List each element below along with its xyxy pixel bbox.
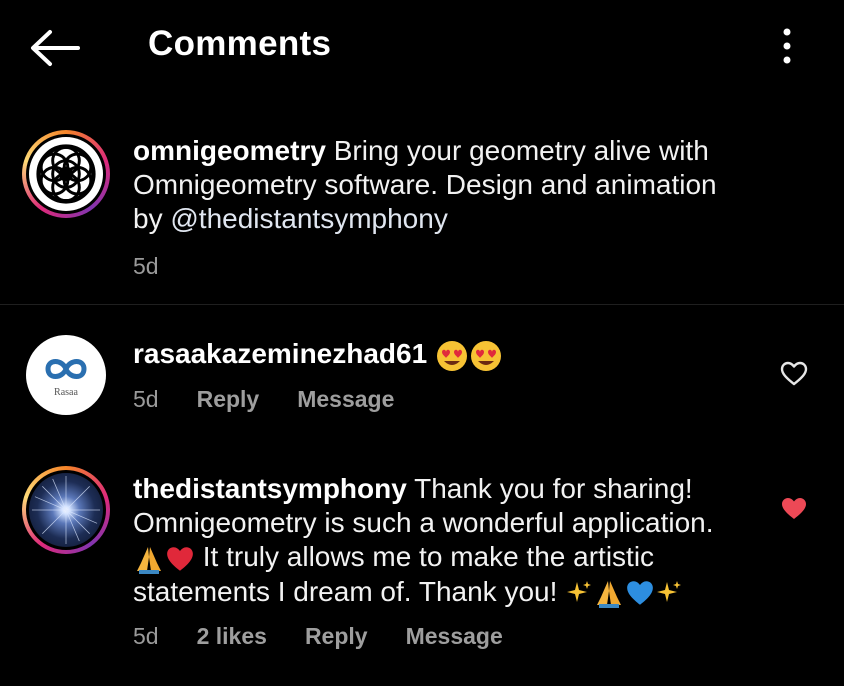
heart-eyes-emoji-icon xyxy=(470,340,501,371)
comment-body: It truly allows me to make the artistic xyxy=(202,541,655,572)
likes-count[interactable]: 2 likes xyxy=(197,623,267,649)
post-author-avatar[interactable] xyxy=(22,130,110,218)
mention-link[interactable]: @thedistantsymphony xyxy=(170,203,447,234)
comment-text: rasaakazeminezhad61 xyxy=(133,337,503,373)
heart-outline-icon[interactable] xyxy=(780,361,808,387)
folded-hands-emoji-icon xyxy=(137,546,161,574)
message-button[interactable]: Message xyxy=(406,623,503,649)
post-username[interactable]: omnigeometry xyxy=(133,135,326,166)
comment-meta: 5d 2 likes Reply Message xyxy=(133,623,541,650)
divider xyxy=(0,304,844,305)
avatar-brand-label: Rasaa xyxy=(54,387,78,398)
heart-eyes-emoji-icon xyxy=(436,340,467,371)
starburst-avatar-icon xyxy=(29,473,103,547)
timestamp: 5d xyxy=(133,623,159,649)
commenter-avatar[interactable] xyxy=(22,466,110,554)
comment-body: Omnigeometry is such a wonderful applica… xyxy=(133,507,714,538)
post-caption: omnigeometry Bring your geometry alive w… xyxy=(133,134,717,236)
reply-button[interactable]: Reply xyxy=(197,386,260,412)
page-title: Comments xyxy=(148,24,332,63)
timestamp: 5d xyxy=(133,386,159,412)
timestamp: 5d xyxy=(133,253,159,279)
comment-body: statements I dream of. Thank you! xyxy=(133,575,558,607)
comment-username[interactable]: rasaakazeminezhad61 xyxy=(133,338,427,369)
sparkles-emoji-icon xyxy=(657,581,682,603)
comment-meta: 5d Reply Message xyxy=(133,386,432,413)
comment-text: thedistantsymphony Thank you for sharing… xyxy=(133,472,714,609)
caption-text: by xyxy=(133,203,171,234)
heart-filled-icon[interactable] xyxy=(780,496,808,522)
caption-text: Bring your geometry alive with xyxy=(333,135,709,166)
post-meta: 5d xyxy=(133,253,197,280)
flower-of-life-logo-icon xyxy=(29,137,103,211)
infinity-logo-icon xyxy=(45,359,87,379)
blue-heart-emoji-icon xyxy=(627,581,654,606)
comments-header: Comments xyxy=(0,0,844,95)
commenter-avatar[interactable]: Rasaa xyxy=(26,335,106,415)
folded-hands-emoji-icon xyxy=(597,581,622,609)
reply-button[interactable]: Reply xyxy=(305,623,368,649)
message-button[interactable]: Message xyxy=(297,386,394,412)
red-heart-emoji-icon xyxy=(167,546,193,571)
sparkles-emoji-icon xyxy=(567,581,592,603)
vertical-dots-icon[interactable] xyxy=(776,26,798,66)
comment-username[interactable]: thedistantsymphony xyxy=(133,473,407,504)
arrow-left-icon[interactable] xyxy=(28,28,82,68)
comment-body: Thank you for sharing! xyxy=(414,473,693,504)
caption-text: Omnigeometry software. Design and animat… xyxy=(133,169,717,200)
